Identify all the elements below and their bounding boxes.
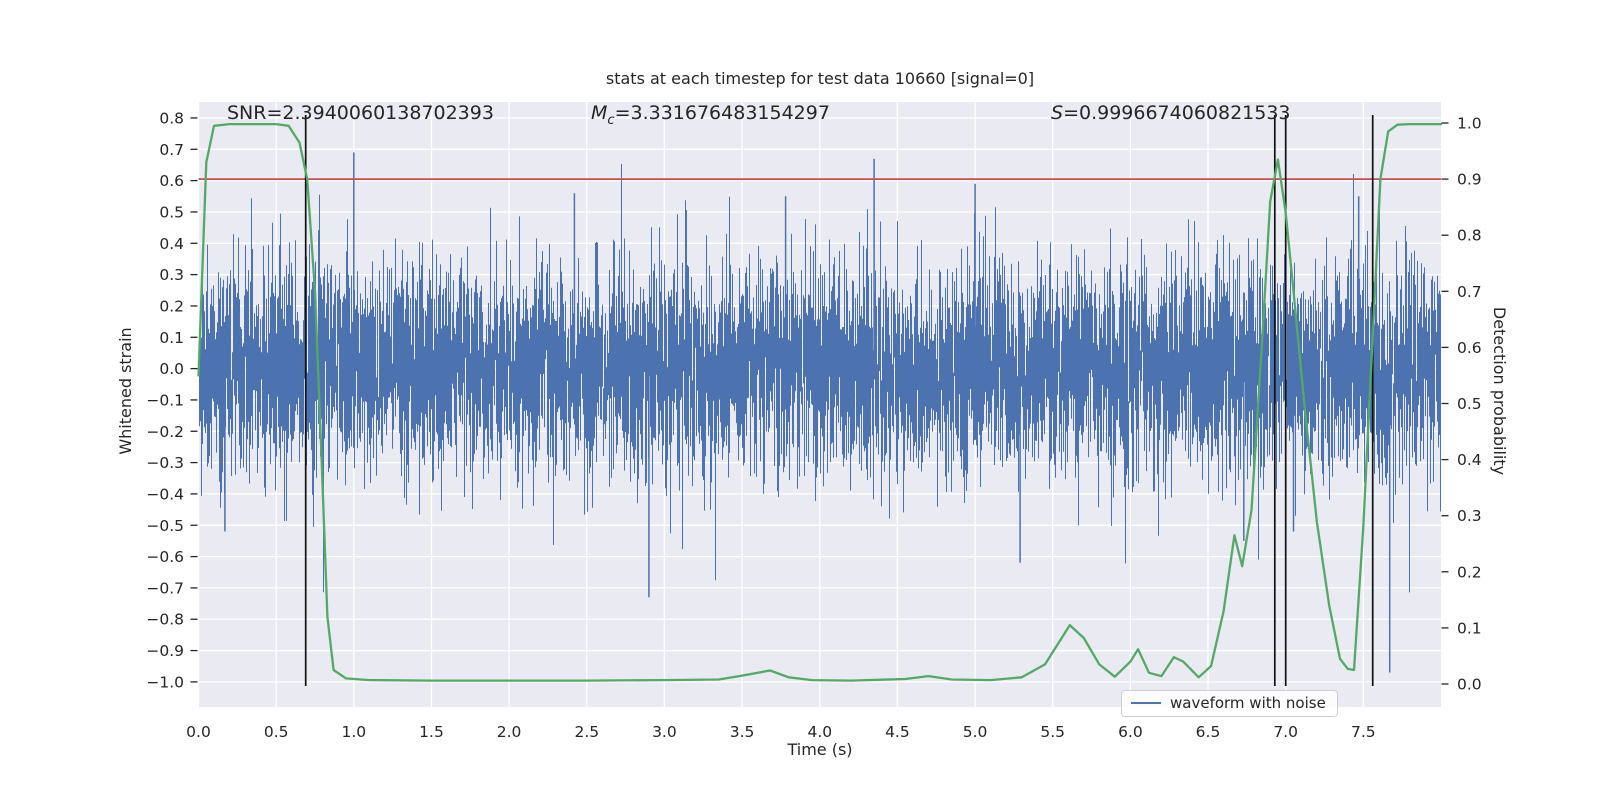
s-label: S [1051, 102, 1063, 124]
x-tick-label: 2.5 [574, 723, 599, 741]
mc-label: M [591, 102, 607, 124]
y-tick-label-right: 0.8 [1457, 227, 1482, 245]
legend: waveform with noise [1121, 690, 1338, 717]
y-tick-label-right: 0.2 [1457, 563, 1482, 581]
x-tick-label: 5.5 [1040, 723, 1065, 741]
x-tick-label: 0.0 [186, 723, 211, 741]
x-tick-label: 1.5 [419, 723, 444, 741]
s-value: =0.9996674060821533 [1063, 102, 1290, 124]
x-tick-label: 3.5 [730, 723, 755, 741]
x-axis-label: Time (s) [786, 740, 852, 759]
y-tick-label-right: 0.9 [1457, 171, 1482, 189]
y-tick-label-right: 0.1 [1457, 619, 1482, 637]
y-tick-label-right: 0.6 [1457, 339, 1482, 357]
y-tick-label-left: −0.3 [146, 454, 184, 472]
y-tick-label-right: 0.0 [1457, 676, 1482, 694]
x-tick-label: 0.5 [264, 723, 289, 741]
y-tick-label-left: 0.8 [159, 110, 184, 128]
y-tick-label-left: 0.1 [159, 329, 184, 347]
y-tick-label-left: −0.7 [146, 579, 184, 597]
y-axis-label-left: Whitened strain [116, 327, 135, 454]
y-tick-label-left: 0.0 [159, 360, 184, 378]
y-tick-label-left: −1.0 [146, 673, 184, 691]
y-tick-label-left: 0.6 [159, 172, 184, 190]
y-tick-label-left: 0.5 [159, 204, 184, 222]
chart-title: stats at each timestep for test data 106… [606, 69, 1034, 88]
x-tick-label: 5.0 [963, 723, 988, 741]
snr-label: SNR [227, 102, 266, 124]
y-tick-label-right: 1.0 [1457, 115, 1482, 133]
y-tick-label-left: −0.9 [146, 642, 184, 660]
y-tick-label-left: 0.2 [159, 297, 184, 315]
snr-annotation: SNR=2.3940060138702393 [227, 103, 494, 128]
x-tick-label: 2.0 [497, 723, 522, 741]
x-tick-label: 7.0 [1273, 723, 1298, 741]
y-tick-label-right: 0.3 [1457, 507, 1482, 525]
figure: 0.8 0.7 0.6 0.5 0.4 0.3 0.2 0.1 0.0 −0.1 −0.2 −0.3 −… [0, 0, 1600, 800]
x-tick-label: 6.0 [1118, 723, 1143, 741]
mc-value: =3.331676483154297 [615, 102, 830, 124]
y-tick-label-right: 0.7 [1457, 283, 1482, 301]
y-tick-label-left: 0.7 [159, 141, 184, 159]
y-tick-label-left: 0.3 [159, 266, 184, 284]
chirp-mass-annotation: Mc=3.331676483154297 [591, 103, 830, 128]
y-tick-label-left: −0.2 [146, 423, 184, 441]
y-tick-label-left: −0.4 [146, 485, 184, 503]
x-tick-label: 1.0 [341, 723, 366, 741]
y-axis-label-right: Detection probability [1490, 307, 1509, 475]
y-tick-label-right: 0.5 [1457, 395, 1482, 413]
x-tick-label: 4.0 [807, 723, 832, 741]
y-tick-label-left: −0.8 [146, 611, 184, 629]
y-tick-label-left: −0.1 [146, 391, 184, 409]
y-tick-label-left: −0.6 [146, 548, 184, 566]
x-tick-label: 3.0 [652, 723, 677, 741]
y-tick-label-right: 0.4 [1457, 451, 1482, 469]
legend-line-sample [1131, 702, 1161, 704]
y-tick-label-left: −0.5 [146, 517, 184, 535]
x-tick-label: 7.5 [1351, 723, 1376, 741]
y-tick-label-left: 0.4 [159, 235, 184, 253]
score-annotation: S=0.9996674060821533 [1051, 103, 1291, 128]
x-tick-label: 4.5 [885, 723, 910, 741]
x-tick-label: 6.5 [1196, 723, 1221, 741]
legend-label: waveform with noise [1170, 694, 1326, 712]
snr-value: =2.3940060138702393 [266, 102, 493, 124]
